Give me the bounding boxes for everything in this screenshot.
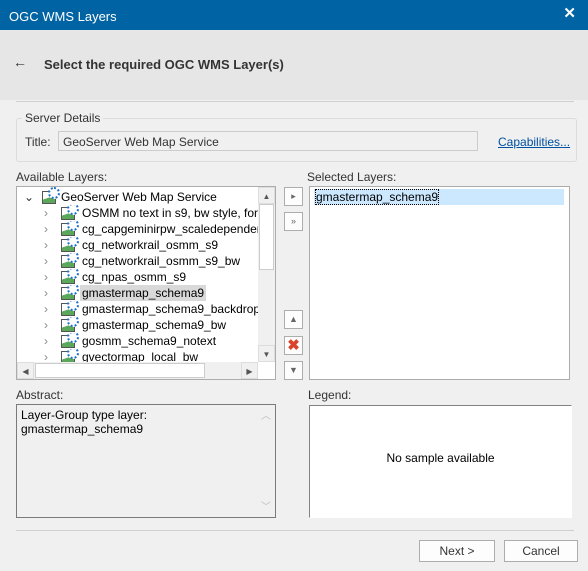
legend-preview: No sample available xyxy=(309,405,572,518)
title-bar: OGC WMS Layers ✕ xyxy=(0,0,588,30)
tree-item-label: cg_capgeminirpw_scaledependent_combined xyxy=(82,222,258,236)
chevron-right-icon[interactable]: › xyxy=(44,285,48,301)
scroll-thumb[interactable] xyxy=(35,363,205,378)
available-layers-tree[interactable]: ⌄ GeoServer Web Map Service › OSMM no tex… xyxy=(16,186,276,380)
capabilities-link[interactable]: Capabilities... xyxy=(498,135,570,149)
abstract-text: Layer-Group type layer: gmastermap_schem… xyxy=(21,408,148,436)
selected-layers-list[interactable]: gmastermap_schema9 xyxy=(309,186,570,380)
chevron-right-icon[interactable]: › xyxy=(44,205,48,221)
scroll-left-icon[interactable]: ◀ xyxy=(17,362,34,379)
close-icon[interactable]: ✕ xyxy=(563,4,576,22)
scroll-thumb[interactable] xyxy=(259,204,274,270)
list-item-label: gmastermap_schema9 xyxy=(314,189,440,205)
chevron-down-icon[interactable]: ⌄ xyxy=(24,189,34,205)
tree-item-label: cg_npas_osmm_s9 xyxy=(82,270,187,284)
remove-layer-button[interactable]: ✖ xyxy=(284,336,303,355)
tree-item[interactable]: › gmastermap_schema9_bw xyxy=(17,317,258,333)
tree-root[interactable]: ⌄ GeoServer Web Map Service xyxy=(17,187,257,205)
tree-item[interactable]: › cg_networkrail_osmm_s9_bw xyxy=(17,253,258,269)
arrow-left-icon[interactable]: ← xyxy=(13,54,27,70)
available-layers-label: Available Layers: xyxy=(16,170,108,184)
wms-layer-icon xyxy=(42,187,60,204)
tree-item-label: gosmm_schema9_notext xyxy=(82,334,217,348)
chevron-right-icon[interactable]: › xyxy=(44,333,48,349)
tree-item-label: OSMM no text in s9, bw style, for RPW xyxy=(82,206,258,220)
list-item[interactable]: gmastermap_schema9 xyxy=(314,189,564,205)
wms-layer-icon xyxy=(61,269,79,284)
divider xyxy=(16,530,574,531)
tree-item-label: cg_networkrail_osmm_s9_bw xyxy=(82,254,241,268)
wms-layer-icon xyxy=(61,317,79,332)
wms-layer-icon xyxy=(61,253,79,268)
wms-layer-icon xyxy=(61,205,79,220)
tree-root-label: GeoServer Web Map Service xyxy=(61,190,217,204)
tree-item[interactable]: › gmastermap_schema9 xyxy=(17,285,258,301)
cancel-button[interactable]: Cancel xyxy=(504,540,578,562)
wms-layer-icon xyxy=(61,221,79,236)
wms-layer-icon xyxy=(61,285,79,300)
tree-item[interactable]: › cg_npas_osmm_s9 xyxy=(17,269,258,285)
page-title: Select the required OGC WMS Layer(s) xyxy=(44,57,284,72)
move-up-button[interactable]: ▲ xyxy=(284,310,303,329)
selected-layers-label: Selected Layers: xyxy=(307,170,397,184)
move-down-button[interactable]: ▼ xyxy=(284,361,303,380)
scroll-down-icon[interactable]: ▼ xyxy=(258,345,275,362)
wms-layer-icon xyxy=(61,301,79,316)
chevron-right-icon[interactable]: › xyxy=(44,253,48,269)
legend-label: Legend: xyxy=(308,388,352,402)
tree-item[interactable]: › gmastermap_schema9_backdrop xyxy=(17,301,258,317)
tree-item-label: cg_networkrail_osmm_s9 xyxy=(82,238,219,252)
title-label: Title: xyxy=(25,135,51,149)
wms-layer-icon xyxy=(61,333,79,348)
chevron-right-icon[interactable]: › xyxy=(44,221,48,237)
chevron-right-icon[interactable]: › xyxy=(44,237,48,253)
chevron-right-icon[interactable]: › xyxy=(44,301,48,317)
tree-item-label: gmastermap_schema9_bw xyxy=(82,318,227,332)
tree-item[interactable]: › cg_capgeminirpw_scaledependent_combined xyxy=(17,221,258,237)
tree-vertical-scrollbar[interactable]: ▲ ▼ xyxy=(258,187,275,362)
tree-item-label: gmastermap_schema9 xyxy=(80,285,207,301)
tree-item-label: gmastermap_schema9_backdrop xyxy=(82,302,258,316)
title-field[interactable]: GeoServer Web Map Service xyxy=(58,131,478,151)
window-title: OGC WMS Layers xyxy=(9,9,117,24)
scroll-right-icon[interactable]: ▶ xyxy=(241,362,258,379)
server-details-legend: Server Details xyxy=(22,111,104,125)
wms-layer-icon xyxy=(61,237,79,252)
abstract-label: Abstract: xyxy=(16,388,64,402)
scroll-up-icon[interactable]: ︿ xyxy=(261,407,271,422)
add-all-button[interactable]: » xyxy=(284,212,303,231)
divider xyxy=(16,101,574,102)
chevron-right-icon[interactable]: › xyxy=(44,269,48,285)
legend-text: No sample available xyxy=(386,451,495,465)
tree-item[interactable]: › cg_networkrail_osmm_s9 xyxy=(17,237,258,253)
next-button[interactable]: Next > xyxy=(419,540,495,562)
tree-item[interactable]: › OSMM no text in s9, bw style, for RPW xyxy=(17,205,258,221)
scroll-down-icon[interactable]: ﹀ xyxy=(261,498,271,513)
abstract-textbox[interactable]: Layer-Group type layer: gmastermap_schem… xyxy=(16,404,276,518)
scroll-up-icon[interactable]: ▲ xyxy=(258,187,275,204)
chevron-right-icon[interactable]: › xyxy=(44,317,48,333)
wizard-header: ← Select the required OGC WMS Layer(s) xyxy=(0,30,588,100)
tree-horizontal-scrollbar[interactable]: ◀ ▶ xyxy=(17,362,258,379)
tree-item[interactable]: › gosmm_schema9_notext xyxy=(17,333,258,349)
add-layer-button[interactable]: ▸ xyxy=(284,187,303,206)
